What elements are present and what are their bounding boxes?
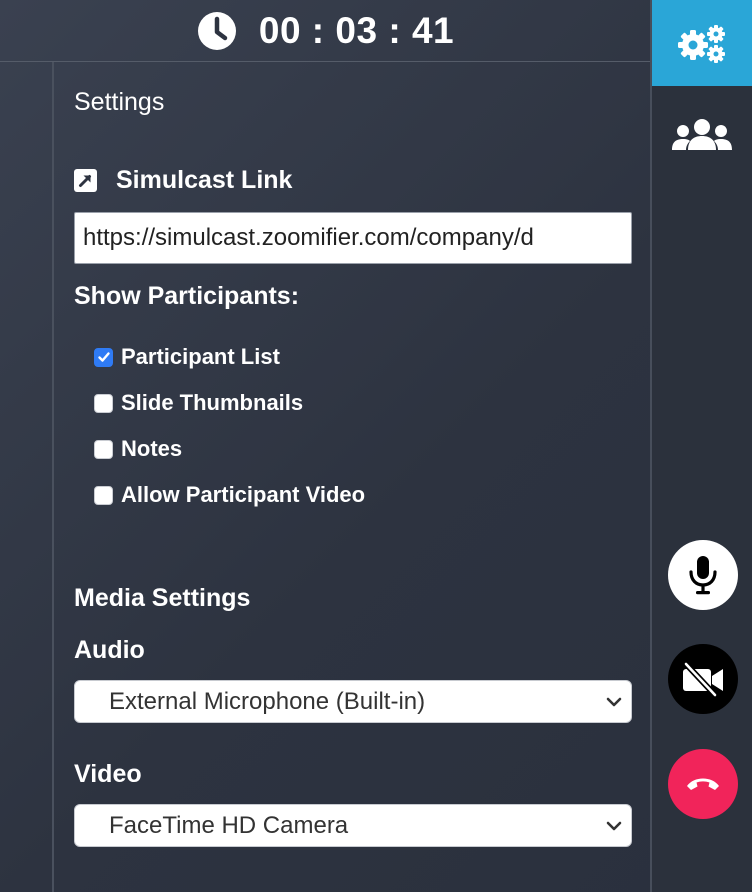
simulcast-link-field[interactable]: https://simulcast.zoomifier.com/company/…: [74, 212, 632, 264]
show-participants-label: Show Participants:: [74, 282, 300, 310]
timer-text: 00 : 03 : 41: [258, 9, 455, 51]
checkmark-icon: [97, 352, 110, 362]
option-notes[interactable]: Notes: [94, 436, 182, 462]
users-icon: [672, 119, 732, 150]
media-settings-heading: Media Settings: [74, 584, 251, 612]
audio-label: Audio: [74, 636, 145, 664]
simulcast-header: Simulcast Link: [74, 166, 292, 195]
option-label: Allow Participant Video: [121, 482, 366, 507]
audio-select[interactable]: External Microphone (Built-in): [74, 680, 632, 723]
option-label: Participant List: [121, 344, 280, 369]
phone-hangup-icon: [687, 778, 719, 790]
microphone-button[interactable]: [668, 540, 738, 610]
hang-up-button[interactable]: [668, 749, 738, 819]
left-divider: [52, 62, 54, 892]
clock-icon: [197, 11, 236, 50]
camera-toggle-button[interactable]: [668, 644, 738, 714]
option-slide-thumbnails[interactable]: Slide Thumbnails: [94, 390, 303, 416]
checkbox-slide-thumbnails[interactable]: [94, 393, 113, 413]
session-timer: 00 : 03 : 41: [197, 10, 454, 52]
checkbox-participant-list[interactable]: [94, 347, 113, 367]
option-allow-participant-video[interactable]: Allow Participant Video: [94, 482, 365, 508]
audio-select-value: External Microphone (Built-in): [109, 687, 426, 715]
settings-tab[interactable]: [652, 0, 752, 86]
option-label: Slide Thumbnails: [121, 390, 304, 415]
video-off-icon: [683, 661, 723, 697]
option-participant-list[interactable]: Participant List: [94, 344, 280, 370]
participants-tab[interactable]: [652, 92, 752, 178]
top-bar: 00 : 03 : 41: [0, 0, 651, 62]
checkbox-notes[interactable]: [94, 439, 113, 459]
gears-icon: [678, 25, 725, 63]
microphone-icon: [689, 556, 717, 595]
chevron-down-icon: [606, 697, 622, 707]
video-select[interactable]: FaceTime HD Camera: [74, 804, 632, 847]
option-label: Notes: [121, 436, 183, 461]
checkbox-allow-participant-video[interactable]: [94, 485, 113, 505]
simulcast-link-label: Simulcast Link: [116, 166, 293, 194]
panel-title: Settings: [74, 88, 165, 116]
chevron-down-icon: [606, 821, 622, 831]
video-select-value: FaceTime HD Camera: [109, 811, 349, 839]
video-label: Video: [74, 760, 142, 788]
external-link-icon[interactable]: [74, 169, 97, 192]
